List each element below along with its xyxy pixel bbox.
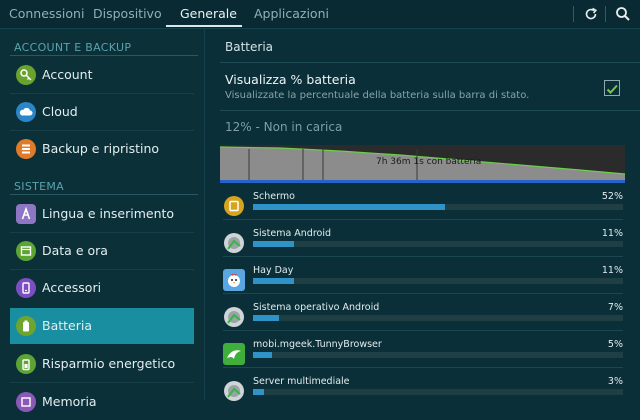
key-icon <box>16 65 36 85</box>
battery-icon <box>16 316 36 336</box>
toolbar-divider <box>605 6 606 22</box>
refresh-icon[interactable] <box>581 4 601 24</box>
top-tab-bar: Connessioni Dispositivo Generale Applica… <box>0 0 640 29</box>
sidebar-item-label: Batteria <box>42 318 92 333</box>
usage-bar-fill <box>253 352 272 358</box>
show-battery-percent-description: Visualizzate la percentuale della batter… <box>225 90 530 101</box>
sidebar-item-label: Lingua e inserimento <box>42 206 175 221</box>
usage-row[interactable]: Schermo 52% <box>223 187 623 223</box>
section-divider <box>10 194 198 195</box>
usage-percent: 52% <box>601 191 623 202</box>
sidebar-item-lingua-inserimento[interactable]: Lingua e inserimento <box>10 196 194 232</box>
memory-icon <box>16 392 36 412</box>
usage-bar-track <box>253 352 623 358</box>
divider <box>223 256 623 257</box>
clock-icon <box>16 241 36 261</box>
usage-bar-fill <box>253 315 279 321</box>
usage-bar-track <box>253 204 623 210</box>
sidebar-item-label: Backup e ripristino <box>42 141 160 156</box>
tab-applicazioni[interactable]: Applicazioni <box>254 0 329 28</box>
sidebar-item-risparmio-energetico[interactable]: Risparmio energetico <box>10 346 194 382</box>
usage-app-name: Sistema operativo Android <box>253 302 380 313</box>
sidebar-item-batteria[interactable]: Batteria <box>10 308 194 344</box>
usage-bar-track <box>253 389 623 395</box>
divider <box>10 382 194 383</box>
sidebar-item-label: Cloud <box>42 104 78 119</box>
battery-panel: Batteria Visualizza % batteria Visualizz… <box>205 29 640 401</box>
sidebar-item-label: Account <box>42 67 93 82</box>
usage-bar-fill <box>253 278 294 284</box>
sidebar-item-account[interactable]: Account <box>10 57 194 93</box>
usage-app-name: Server multimediale <box>253 376 350 387</box>
toolbar-divider <box>573 6 574 22</box>
language-icon <box>16 204 36 224</box>
android-os-icon <box>223 306 245 328</box>
usage-row[interactable]: Sistema Android 11% <box>223 224 623 260</box>
divider <box>220 110 640 111</box>
android-system-icon <box>223 232 245 254</box>
tab-connessioni[interactable]: Connessioni <box>9 0 84 28</box>
battery-history-graph[interactable]: 7h 36m 1s con batteria <box>220 145 625 183</box>
usage-bar-track <box>253 241 623 247</box>
divider <box>223 219 623 220</box>
dolphin-browser-icon <box>223 343 245 365</box>
usage-row[interactable]: mobi.mgeek.TunnyBrowser 5% <box>223 335 623 371</box>
usage-row[interactable]: Server multimediale 3% <box>223 372 623 408</box>
power-saving-icon <box>16 354 36 374</box>
screen-icon <box>223 195 245 217</box>
sidebar-item-label: Data e ora <box>42 243 108 258</box>
graph-duration-label: 7h 36m 1s con batteria <box>376 157 482 167</box>
show-battery-percent-checkbox[interactable] <box>604 80 620 96</box>
divider <box>223 367 623 368</box>
checkmark-icon <box>606 84 618 94</box>
tab-generale[interactable]: Generale <box>180 0 237 28</box>
usage-app-name: mobi.mgeek.TunnyBrowser <box>253 339 382 350</box>
backup-icon <box>16 139 36 159</box>
usage-percent: 11% <box>601 265 623 276</box>
section-header-account-backup: ACCOUNT E BACKUP <box>14 41 132 54</box>
usage-percent: 7% <box>607 302 623 313</box>
usage-percent: 5% <box>607 339 623 350</box>
tab-dispositivo[interactable]: Dispositivo <box>93 0 162 28</box>
active-tab-indicator <box>166 25 242 27</box>
usage-bar-track <box>253 278 623 284</box>
accessories-icon <box>16 278 36 298</box>
usage-bar-fill <box>253 241 294 247</box>
battery-status: 12% - Non in carica <box>225 120 343 134</box>
usage-bar-track <box>253 315 623 321</box>
sidebar-item-memoria[interactable]: Memoria <box>10 384 194 420</box>
usage-bar-fill <box>253 389 264 395</box>
cloud-icon <box>16 102 36 122</box>
usage-row[interactable]: Hay Day 11% <box>223 261 623 297</box>
usage-app-name: Sistema Android <box>253 228 332 239</box>
section-header-sistema: SISTEMA <box>14 180 64 193</box>
sidebar-item-backup-ripristino[interactable]: Backup e ripristino <box>10 131 194 167</box>
sidebar-item-label: Accessori <box>42 280 102 295</box>
title-divider <box>220 62 640 63</box>
page-title: Batteria <box>225 40 273 54</box>
usage-bar-fill <box>253 204 445 210</box>
sidebar-item-label: Memoria <box>42 394 97 409</box>
hay-day-icon <box>223 269 245 291</box>
divider <box>223 330 623 331</box>
usage-percent: 11% <box>601 228 623 239</box>
section-divider <box>10 55 198 56</box>
sidebar-item-cloud[interactable]: Cloud <box>10 94 194 130</box>
sidebar-item-data-ora[interactable]: Data e ora <box>10 233 194 269</box>
media-server-icon <box>223 380 245 402</box>
divider <box>223 293 623 294</box>
usage-percent: 3% <box>607 376 623 387</box>
settings-sidebar: ACCOUNT E BACKUP Account Cloud Backup e … <box>0 29 205 412</box>
usage-row[interactable]: Sistema operativo Android 7% <box>223 298 623 334</box>
usage-app-name: Hay Day <box>253 265 294 276</box>
show-battery-percent-title[interactable]: Visualizza % batteria <box>225 72 356 87</box>
search-icon[interactable] <box>613 4 633 24</box>
sidebar-item-label: Risparmio energetico <box>42 356 176 371</box>
usage-app-name: Schermo <box>253 191 295 202</box>
sidebar-item-accessori[interactable]: Accessori <box>10 270 194 306</box>
